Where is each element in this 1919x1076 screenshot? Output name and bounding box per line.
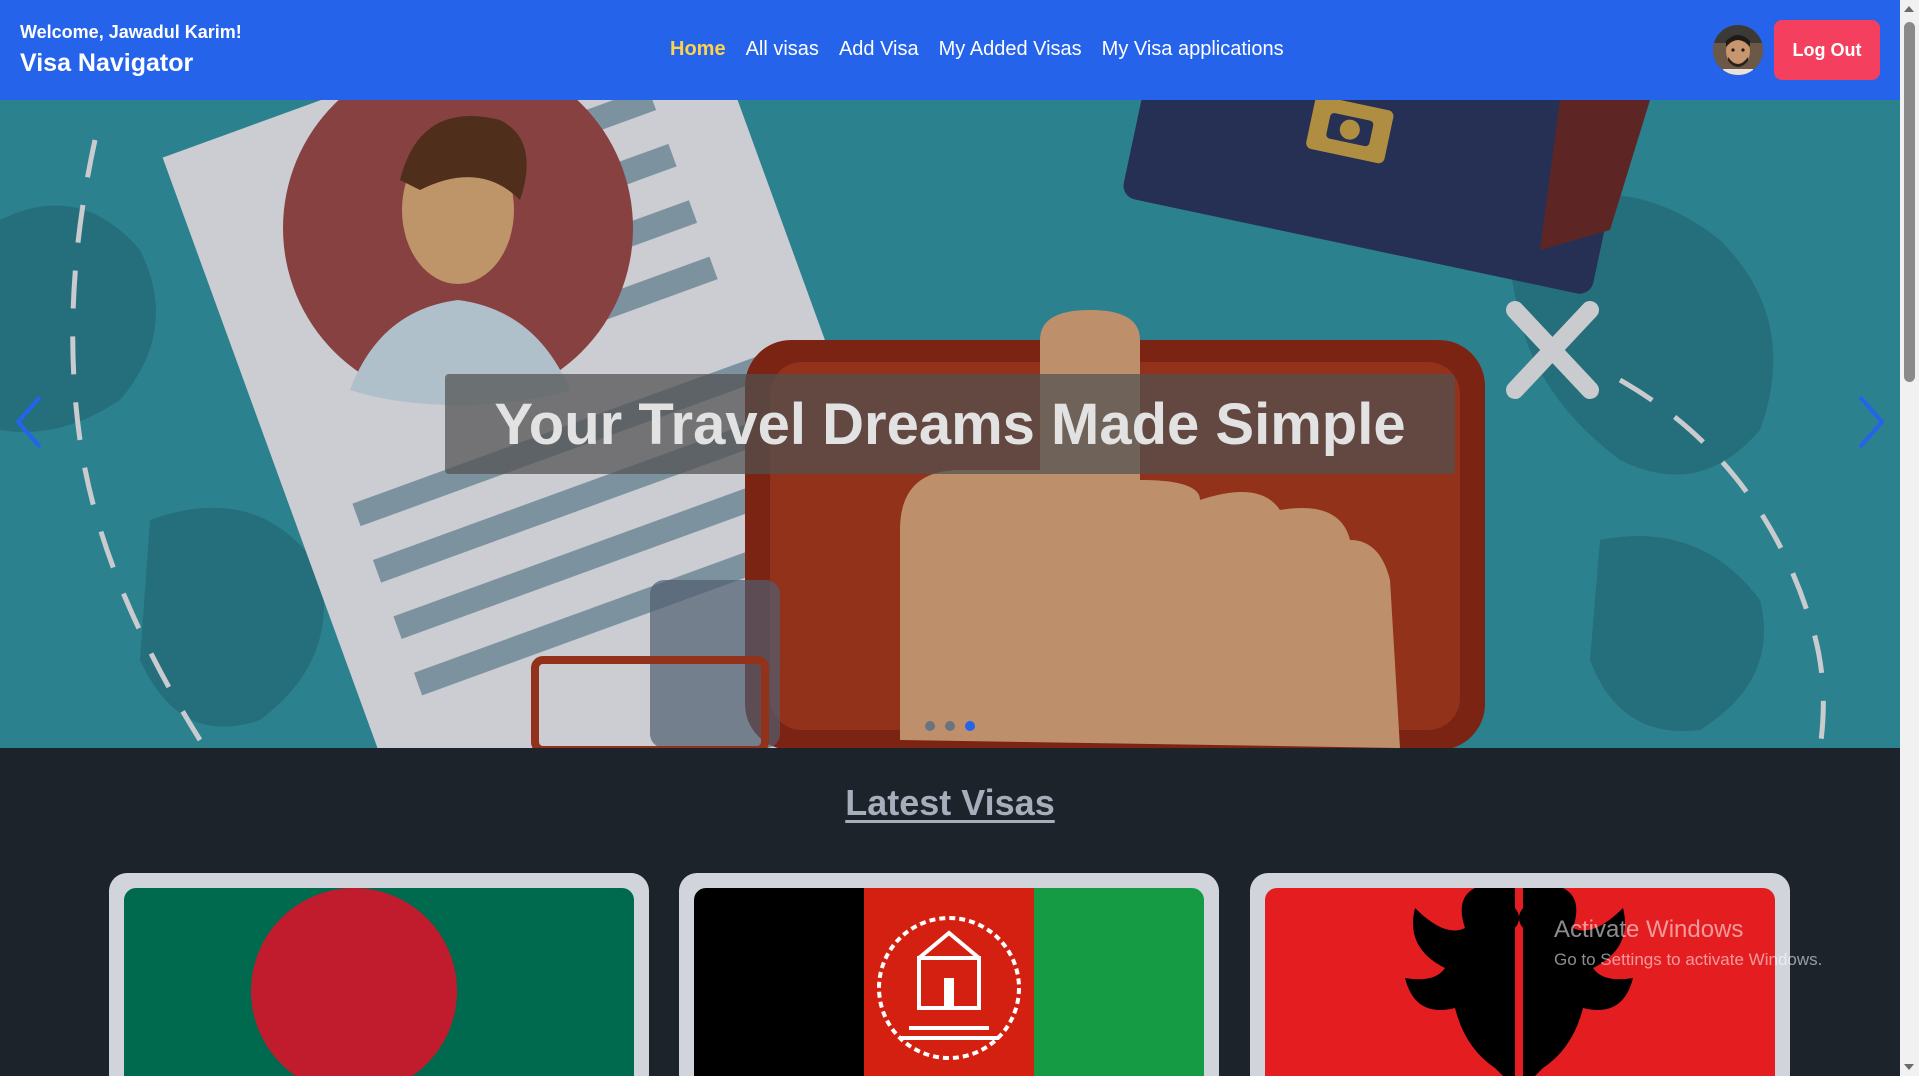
afghanistan-flag-icon [694,888,1204,1076]
scroll-thumb[interactable] [1904,22,1915,382]
chevron-left-icon [15,395,42,449]
logout-button[interactable]: Log Out [1774,20,1880,80]
chevron-right-icon [1858,395,1885,449]
section-heading: Latest Visas [845,782,1055,823]
visa-card-bangladesh[interactable] [109,873,649,1076]
welcome-text: Welcome, Jawadul Karim! [20,22,242,42]
flag-bangladesh [124,888,634,1076]
main-nav: Home All visas Add Visa My Added Visas M… [670,38,1284,61]
hero-caption: Your Travel Dreams Made Simple [494,391,1406,457]
flag-afghanistan [694,888,1204,1076]
nav-link-home[interactable]: Home [670,38,726,61]
carousel-next-button[interactable] [1850,392,1890,452]
bangladesh-flag-icon [124,888,634,1076]
avatar-image [1713,25,1763,75]
nav-link-my-added-visas[interactable]: My Added Visas [939,38,1082,61]
watermark-subtitle: Go to Settings to activate Windows. [1554,950,1823,969]
carousel-pagination [925,721,975,731]
visa-card-albania[interactable] [1250,873,1790,1076]
activate-windows-watermark: Activate Windows Go to Settings to activ… [1554,916,1822,970]
carousel-dot-2[interactable] [945,721,955,731]
carousel-prev-button[interactable] [10,392,50,452]
avatar[interactable] [1713,25,1763,75]
page-scrollbar[interactable] [1900,0,1919,1076]
brand: Welcome, Jawadul Karim! Visa Navigator [20,22,242,78]
latest-visas-section: Latest Visas [0,782,1900,824]
visa-card-afghanistan[interactable] [679,873,1219,1076]
nav-link-all-visas[interactable]: All visas [746,38,819,61]
nav-link-add-visa[interactable]: Add Visa [839,38,919,61]
nav-link-my-visa-applications[interactable]: My Visa applications [1102,38,1284,61]
hero-carousel: Your Travel Dreams Made Simple [0,100,1900,748]
navbar: Welcome, Jawadul Karim! Visa Navigator H… [0,0,1900,100]
carousel-dot-1[interactable] [925,721,935,731]
scroll-down-arrow-icon[interactable] [1904,1064,1914,1070]
scroll-up-arrow-icon[interactable] [1904,6,1914,12]
watermark-title: Activate Windows [1554,916,1744,943]
carousel-dot-3[interactable] [965,721,975,731]
hero-caption-box: Your Travel Dreams Made Simple [445,374,1455,474]
site-title[interactable]: Visa Navigator [20,49,242,78]
